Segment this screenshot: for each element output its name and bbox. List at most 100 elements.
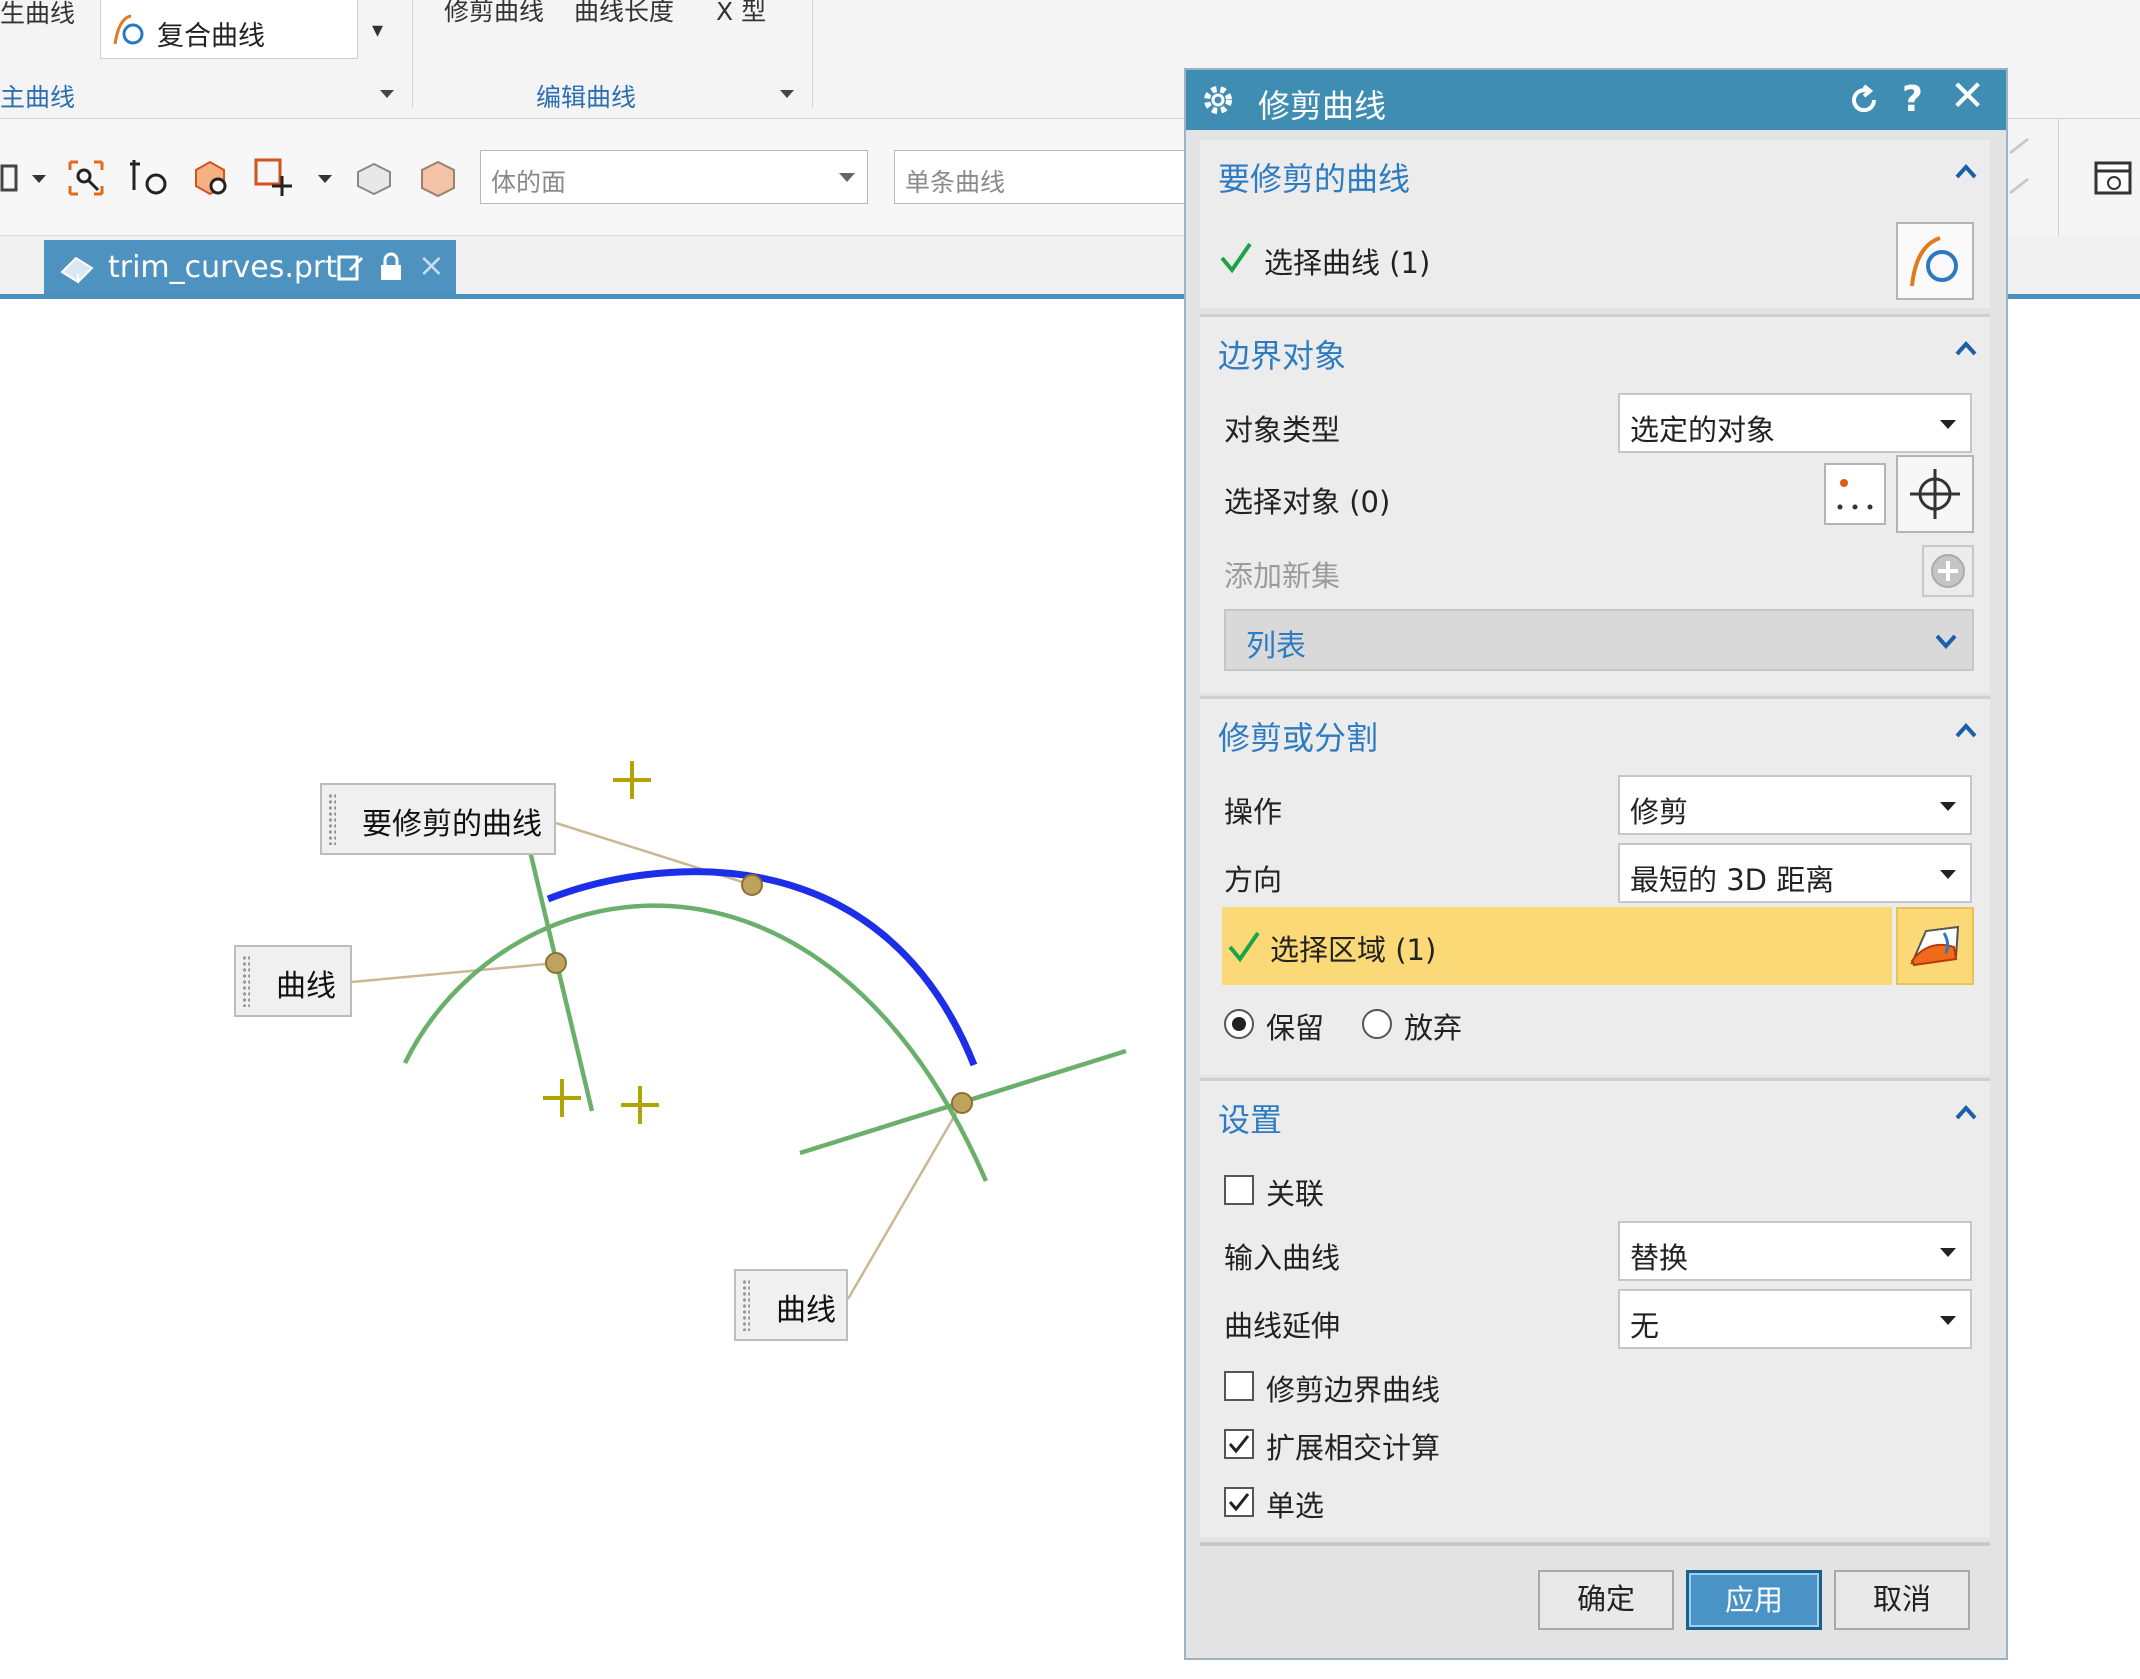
view-panel-icon[interactable] [2092,157,2136,201]
part-file-icon [60,256,94,284]
section-title: 边界对象 [1218,337,1347,375]
select-curve-icon[interactable] [128,156,172,200]
ok-button[interactable]: 确定 [1538,1570,1674,1630]
drag-handle-icon[interactable] [742,1279,750,1331]
collapse-section-icon[interactable] [1954,160,1978,184]
region-marker-icon [543,761,659,1124]
section-curve-to-trim: 要修剪的曲线 选择曲线 (1) [1200,140,1990,308]
ribbon-divider [812,0,813,108]
gallery-expand-icon[interactable]: ▾ [372,18,383,43]
chevron-down-icon [1940,420,1956,429]
dialog-title-bar[interactable]: 修剪曲线 ? ✕ [1186,70,2006,130]
graphics-window[interactable]: 要修剪的曲线 曲线 曲线 [0,299,1185,1679]
callout-label: 曲线 [276,969,336,1004]
single-select-checkbox[interactable] [1224,1487,1254,1517]
direction-dropdown[interactable]: 最短的 3D 距离 [1618,843,1972,903]
checkmark-icon [1228,1435,1250,1454]
collapse-section-icon[interactable] [1954,1101,1978,1125]
crosshair-icon [1910,469,1960,519]
select-region-button[interactable] [1896,907,1974,985]
callout-label: 要修剪的曲线 [362,807,542,842]
trim-boundary-checkbox[interactable] [1224,1371,1254,1401]
object-type-dropdown[interactable]: 选定的对象 [1618,393,1972,453]
trim-boundary-label: 修剪边界曲线 [1266,1373,1441,1407]
view-solid-icon[interactable] [416,156,460,200]
composite-curve-button[interactable]: 复合曲线 [100,0,358,59]
section-settings: 设置 关联 输入曲线 替换 曲线延伸 无 修剪边界曲线 扩展相交计算 单选 [1200,1078,1990,1537]
curve-extension-label: 曲线延伸 [1224,1309,1341,1343]
curve-rule-value: 单条曲线 [905,168,1006,197]
single-select-label: 单选 [1266,1489,1325,1523]
help-icon[interactable]: ? [1902,80,1923,120]
curve-rule-combo[interactable]: 单条曲线 [894,150,1194,204]
curve-extension-dropdown[interactable]: 无 [1618,1289,1972,1349]
intersection-point [741,874,763,896]
document-tab[interactable]: trim_curves.prt × [44,240,456,294]
associative-label: 关联 [1266,1177,1325,1211]
callout-curve-to-trim[interactable]: 要修剪的曲线 [320,783,556,855]
chevron-down-icon[interactable] [380,90,394,98]
region-select-icon [1910,925,1960,967]
discard-radio[interactable] [1362,1009,1392,1039]
input-curve-value: 替换 [1630,1241,1689,1275]
chevron-down-icon [1940,1248,1956,1257]
face-filter-value: 体的面 [491,168,567,197]
discard-label: 放弃 [1404,1011,1463,1045]
select-object-button[interactable] [1896,455,1974,533]
callout-boundary-curve-1[interactable]: 曲线 [234,945,352,1017]
list-expander[interactable]: 列表 [1224,609,1974,671]
select-object-label[interactable]: 选择对象 (0) [1224,479,1390,521]
chevron-down-icon [1940,1316,1956,1325]
cancel-button[interactable]: 取消 [1834,1570,1970,1630]
operation-dropdown[interactable]: 修剪 [1618,775,1972,835]
check-icon [1228,931,1260,963]
add-new-set-button[interactable] [1922,545,1974,597]
chevron-down-icon [839,173,855,182]
point-dialog-button[interactable] [1824,463,1886,525]
curve-length-ribbon-item[interactable]: 曲线长度 [574,0,674,28]
chevron-down-icon[interactable] [318,175,332,183]
associative-checkbox[interactable] [1224,1175,1254,1205]
curve-geometry[interactable] [0,299,1185,1679]
chevron-down-icon [1940,870,1956,879]
input-curve-dropdown[interactable]: 替换 [1618,1221,1972,1281]
ribbon-curve-label[interactable]: 生曲线 [0,0,75,30]
chevron-down-icon[interactable] [32,175,46,183]
reset-icon[interactable] [1846,82,1882,118]
chevron-down-icon [1940,802,1956,811]
trim-curve-ribbon-item[interactable]: 修剪曲线 [444,0,544,28]
intersection-point [545,952,567,974]
view-body-icon[interactable] [352,156,396,200]
operation-value: 修剪 [1630,795,1689,829]
drag-handle-icon[interactable] [328,793,336,845]
drag-handle-icon[interactable] [242,955,250,1007]
snap-icon[interactable] [2008,133,2032,213]
composite-curve-icon [113,14,144,45]
select-point-icon[interactable] [252,156,296,200]
callout-boundary-curve-2[interactable]: 曲线 [734,1269,848,1341]
section-boundary-objects: 边界对象 对象类型 选定的对象 选择对象 (0) 添加新集 列表 [1200,314,1990,693]
select-curve-button[interactable] [1896,222,1974,300]
select-feature-icon[interactable] [64,156,108,200]
keep-label: 保留 [1266,1011,1325,1045]
keep-radio[interactable] [1224,1009,1254,1039]
add-icon [1931,554,1965,588]
select-body-icon[interactable] [188,156,232,200]
collapse-section-icon[interactable] [1954,337,1978,361]
trim-curve-dialog: 修剪曲线 ? ✕ 要修剪的曲线 选择曲线 (1) 边界对象 对象类型 选定的对象… [1184,68,2008,1660]
close-tab-icon[interactable]: × [418,246,445,284]
chevron-down-icon[interactable] [780,90,794,98]
x-type-ribbon-item[interactable]: X 型 [716,0,766,28]
collapse-section-icon[interactable] [1954,719,1978,743]
select-region-row[interactable]: 选择区域 (1) [1222,907,1892,985]
select-curve-label[interactable]: 选择曲线 (1) [1264,240,1430,282]
operation-label: 操作 [1224,795,1283,829]
extended-intersect-checkbox[interactable] [1224,1429,1254,1459]
close-icon[interactable]: ✕ [1950,75,1985,117]
apply-button[interactable]: 应用 [1686,1570,1822,1630]
lock-icon [381,252,401,280]
list-label: 列表 [1246,629,1306,664]
direction-value: 最短的 3D 距离 [1630,863,1835,897]
face-filter-combo[interactable]: 体的面 [480,150,868,204]
leader-line [351,961,557,984]
